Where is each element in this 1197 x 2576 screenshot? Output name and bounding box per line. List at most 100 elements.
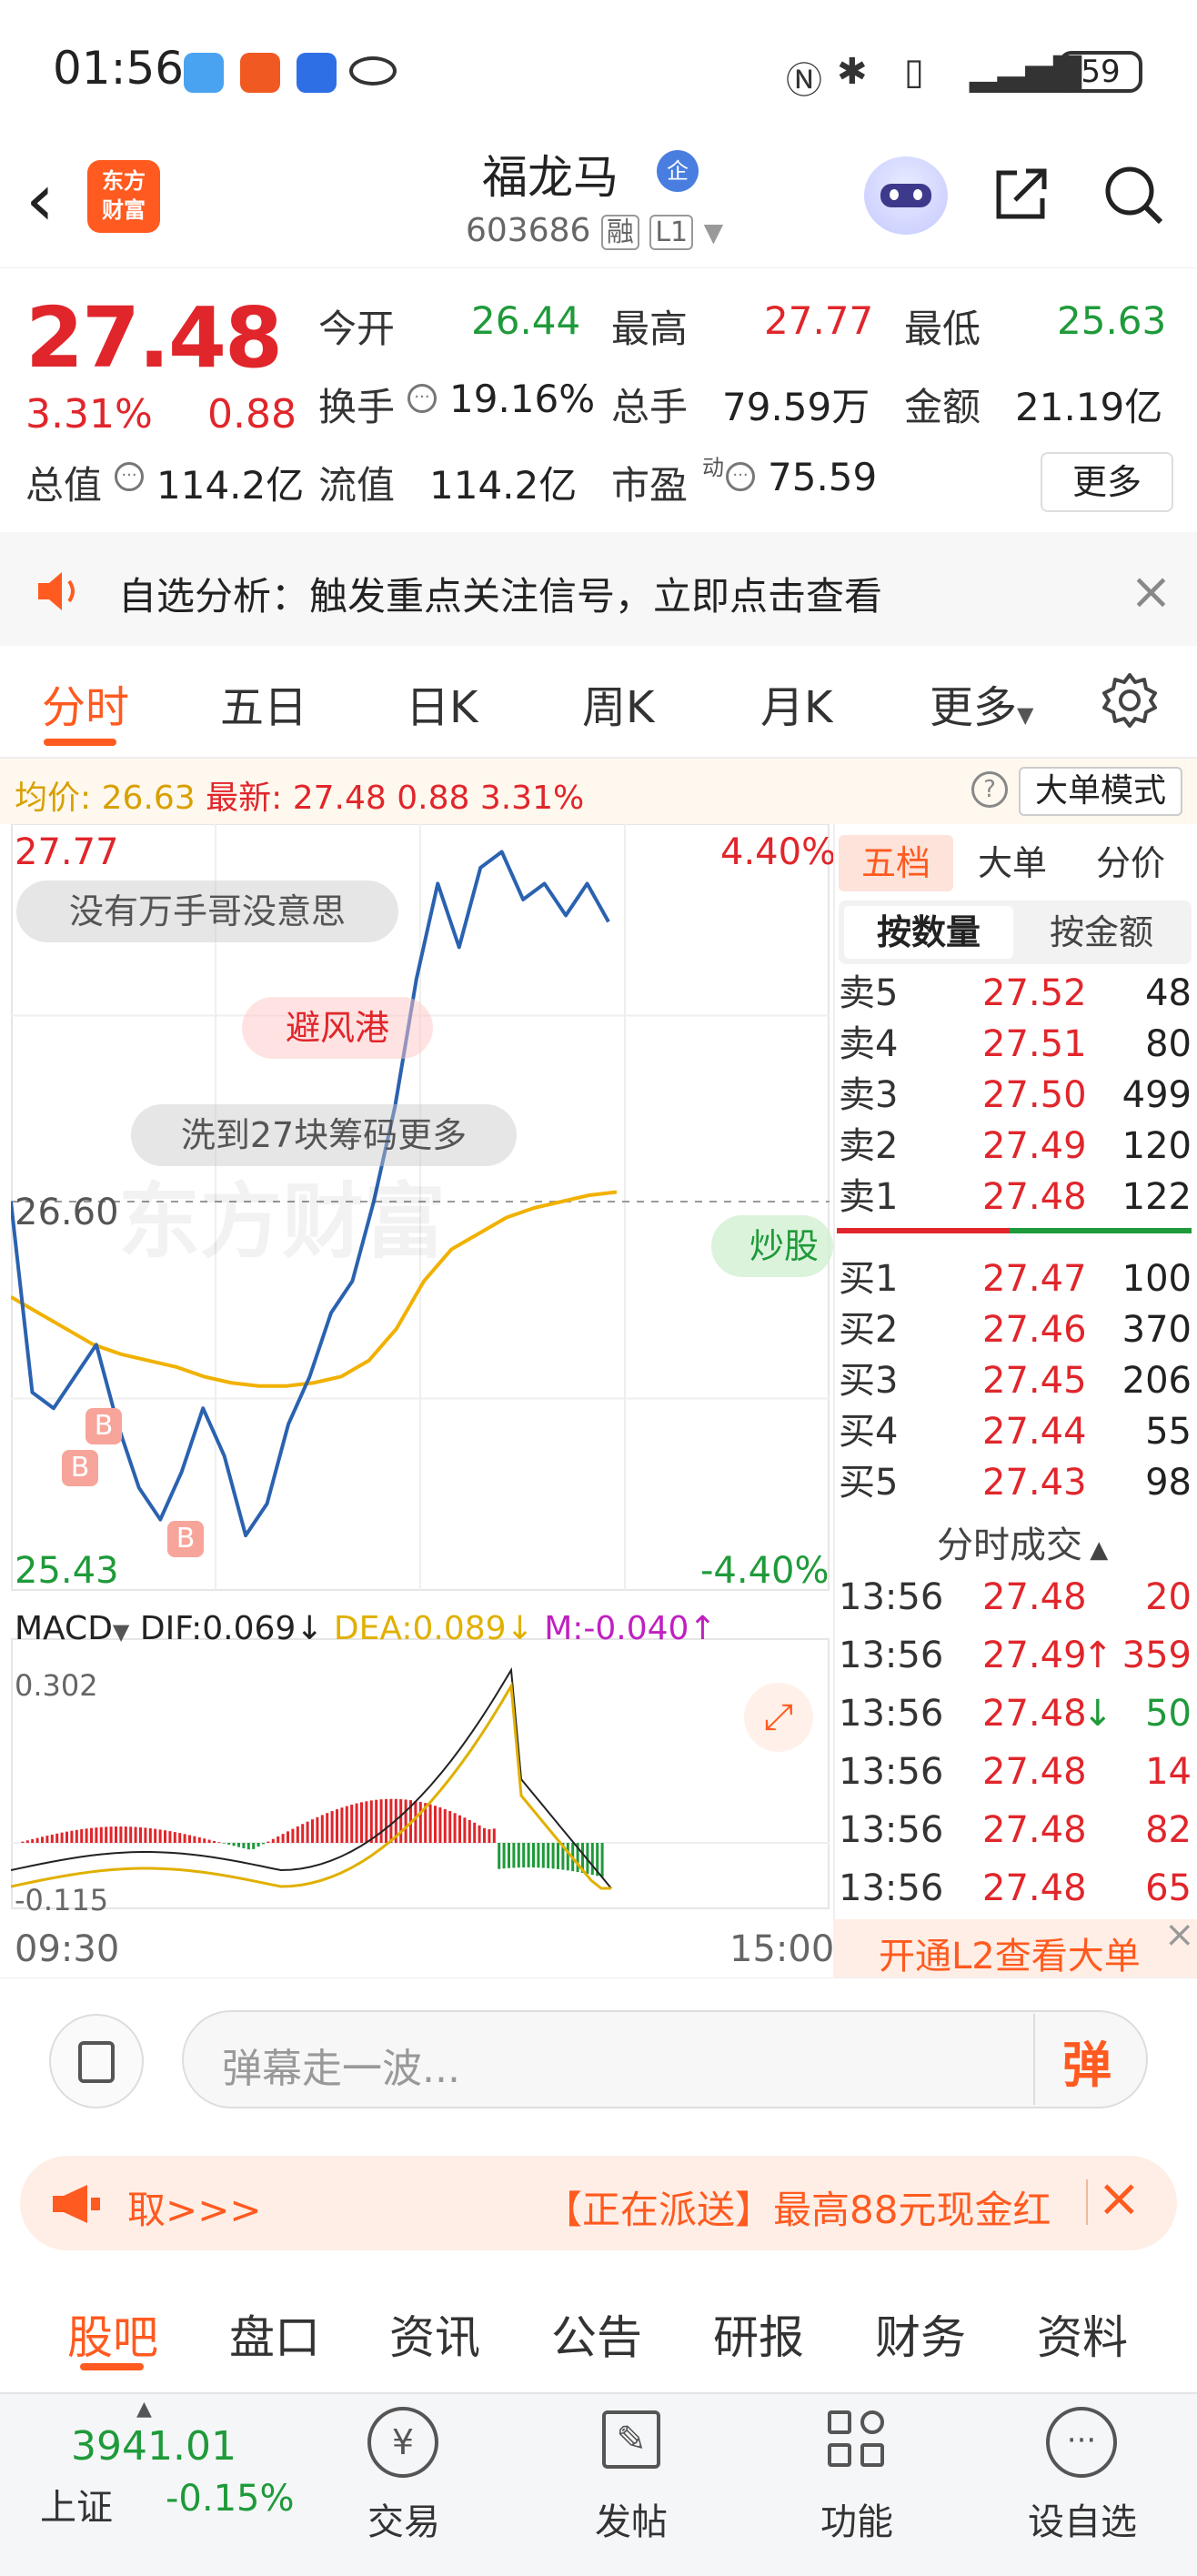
sell-level-volume: 48 <box>1145 972 1192 1014</box>
danmu-bubble[interactable]: 没有万手哥没意思 <box>16 880 398 942</box>
buy-level-row[interactable]: 买4 27.44 55 <box>839 1406 1192 1457</box>
intraday-chart[interactable] <box>11 824 830 1977</box>
subtab-by-quantity[interactable]: 按数量 <box>844 906 1013 959</box>
ticks-title[interactable]: 分时成交 ▲ <box>937 1515 1108 1568</box>
tab-big-orders[interactable]: 大单 <box>955 835 1070 891</box>
close-icon[interactable]: × <box>1164 1914 1195 1956</box>
danmu-bubble[interactable]: 洗到27块筹码更多 <box>131 1104 517 1166</box>
ticks-title-label: 分时成交 <box>937 1524 1082 1566</box>
macd-bar <box>326 1813 329 1843</box>
macd-bar <box>448 1811 452 1843</box>
expand-icon[interactable]: ⤢ <box>744 1683 813 1752</box>
macd-bar <box>551 1843 555 1869</box>
macd-selector[interactable]: MACD <box>15 1610 113 1647</box>
big-order-mode-button[interactable]: 大单模式 <box>1019 767 1182 816</box>
nav-trade[interactable]: 交易 <box>313 2492 495 2545</box>
tab-monthly-k[interactable]: 月K <box>760 671 832 735</box>
l2-promo-text[interactable]: 开通L2查看大单 <box>879 1927 1141 1979</box>
volume-value: 79.59万 <box>722 385 870 429</box>
macd-bar <box>55 1833 59 1843</box>
tab-forum[interactable]: 股吧 <box>67 2301 158 2367</box>
share-icon[interactable] <box>990 162 1053 226</box>
tick-time: 13:56 <box>839 1576 944 1618</box>
tab-weekly-k[interactable]: 周K <box>582 671 654 735</box>
float-label: 流值 <box>318 463 396 508</box>
sell-level-volume: 120 <box>1122 1125 1192 1167</box>
sell-level-label: 卖2 <box>839 1125 899 1167</box>
buy-level-row[interactable]: 买3 27.45 206 <box>839 1355 1192 1406</box>
buy-level-row[interactable]: 买1 27.47 100 <box>839 1253 1192 1304</box>
tab-price-distribution[interactable]: 分价 <box>1073 835 1188 891</box>
search-icon[interactable] <box>1101 162 1166 227</box>
amount-label: 金额 <box>904 385 981 429</box>
tab-handicap[interactable]: 盘口 <box>229 2301 320 2367</box>
sell-level-row[interactable]: 卖4 27.51 80 <box>839 1019 1192 1070</box>
macd-bar <box>237 1843 240 1847</box>
sell-level-row[interactable]: 卖5 27.52 48 <box>839 968 1192 1019</box>
sell-level-volume: 80 <box>1145 1023 1192 1065</box>
macd-bar <box>330 1811 334 1843</box>
mktcap-value: 114.2亿 <box>156 463 305 508</box>
macd-bar <box>340 1807 344 1843</box>
buy-marker[interactable]: B <box>167 1521 204 1557</box>
margin-tag: 融 <box>600 215 639 250</box>
tab-profile[interactable]: 资料 <box>1037 2301 1128 2367</box>
more-button[interactable]: 更多 <box>1041 452 1173 512</box>
buy-marker[interactable]: B <box>62 1450 98 1486</box>
tick-volume: 20 <box>1145 1576 1192 1618</box>
info-icon[interactable]: ··· <box>115 462 144 491</box>
macd-bar <box>385 1798 387 1843</box>
macd-top-label: 0.302 <box>15 1668 98 1703</box>
macd-bar <box>473 1822 477 1843</box>
post-icon[interactable]: ✎ <box>602 2410 660 2469</box>
index-value[interactable]: 3941.01 <box>71 2423 236 2470</box>
tab-five-levels[interactable]: 五档 <box>839 835 953 891</box>
buy-level-row[interactable]: 买5 27.43 98 <box>839 1457 1192 1508</box>
danmu-settings-icon[interactable] <box>49 2014 144 2108</box>
danmu-bubble[interactable]: 避风港 <box>242 997 433 1059</box>
tab-news[interactable]: 资讯 <box>389 2301 480 2367</box>
tab-research[interactable]: 研报 <box>713 2301 804 2367</box>
sell-level-row[interactable]: 卖2 27.49 120 <box>839 1121 1192 1172</box>
chevron-down-icon[interactable]: ▼ <box>113 1619 129 1645</box>
divider <box>1033 2014 1035 2105</box>
tab-daily-k[interactable]: 日K <box>406 671 478 735</box>
tab-more[interactable]: 更多▼ <box>930 671 1033 735</box>
danmu-bubble[interactable]: 炒股 <box>711 1215 833 1277</box>
app-logo[interactable]: 东方 财富 <box>87 160 160 233</box>
macd-bar <box>134 1826 137 1843</box>
turnover-label: 换手 <box>318 385 396 429</box>
close-icon[interactable]: × <box>1097 2167 1142 2229</box>
y-axis-bottom-label: 25.43 <box>15 1550 119 1592</box>
stock-code-selector[interactable]: 603686 融 L1 ▼ <box>466 209 723 250</box>
settings-icon[interactable] <box>1101 671 1159 730</box>
functions-icon[interactable] <box>828 2410 886 2469</box>
info-icon[interactable]: ··· <box>407 384 437 413</box>
index-name[interactable]: 上证 <box>40 2478 113 2531</box>
subtab-by-amount[interactable]: 按金额 <box>1017 906 1186 959</box>
macd-bar <box>418 1801 422 1843</box>
tab-announcements[interactable]: 公告 <box>551 2301 642 2367</box>
macd-bar <box>488 1829 491 1843</box>
sell-level-row[interactable]: 卖1 27.48 122 <box>839 1172 1192 1223</box>
nav-post[interactable]: 发帖 <box>540 2492 722 2545</box>
sell-level-row[interactable]: 卖3 27.50 499 <box>839 1070 1192 1121</box>
back-icon[interactable]: ‹ <box>25 164 55 236</box>
trade-icon[interactable]: ¥ <box>367 2407 438 2478</box>
nav-functions[interactable]: 功能 <box>766 2492 948 2545</box>
nav-add-watchlist[interactable]: 设自选 <box>991 2492 1173 2545</box>
info-icon[interactable]: ··· <box>726 462 755 491</box>
tab-intraday[interactable]: 分时 <box>42 671 129 735</box>
close-icon[interactable]: × <box>1130 562 1172 621</box>
add-watchlist-icon[interactable]: ··· <box>1046 2407 1117 2478</box>
index-pct[interactable]: -0.15% <box>166 2478 295 2520</box>
macd-bar <box>281 1834 285 1843</box>
buy-level-row[interactable]: 买2 27.46 370 <box>839 1304 1192 1355</box>
help-icon[interactable]: ? <box>971 771 1008 808</box>
buy-marker[interactable]: B <box>86 1408 122 1444</box>
tab-five-day[interactable]: 五日 <box>220 671 307 735</box>
send-danmu-button[interactable]: 弹 <box>1062 2025 1112 2097</box>
ai-assistant-icon[interactable] <box>864 156 948 235</box>
sell-level-label: 卖4 <box>839 1023 899 1065</box>
tab-finance[interactable]: 财务 <box>875 2301 966 2367</box>
